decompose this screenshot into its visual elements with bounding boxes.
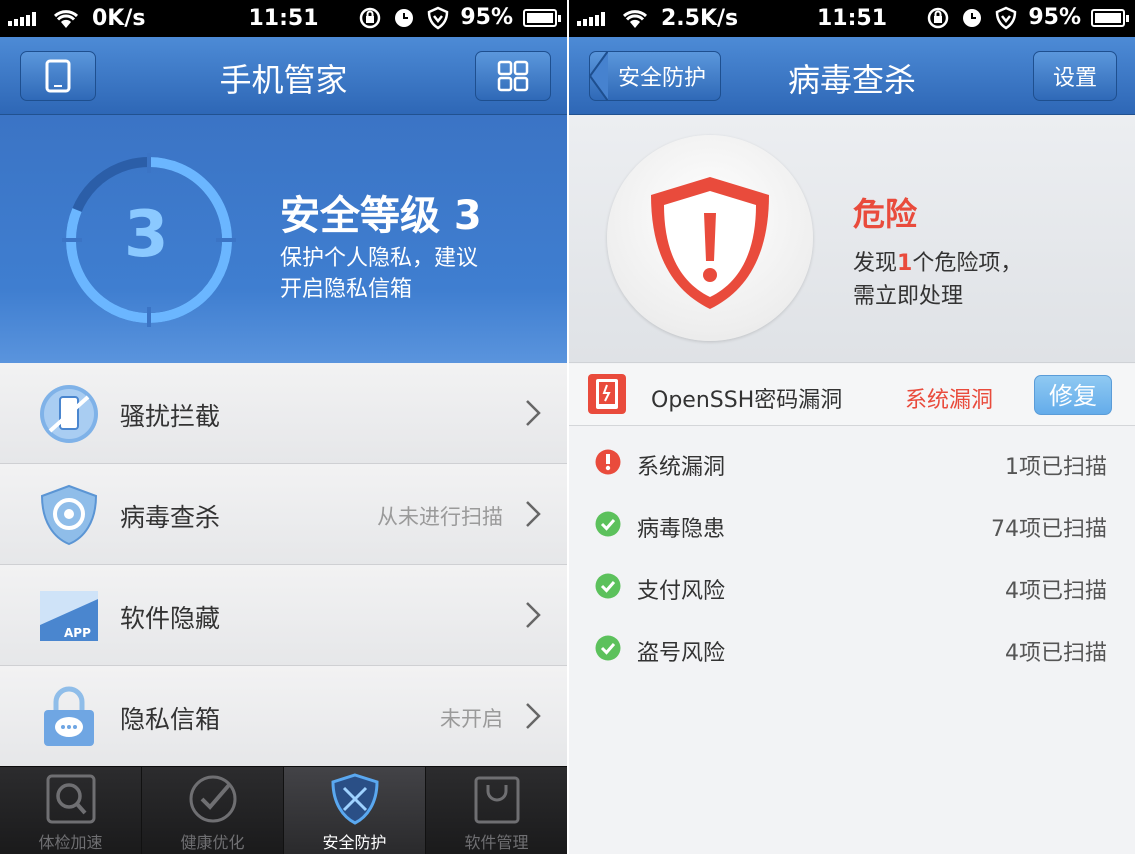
virus-scan-screen: 2.5K/s 11:51 95% 安全防护 病毒查杀 设置 危险 发现1个危险项… bbox=[569, 0, 1135, 854]
scan-result-row[interactable]: 盗号风险 4项已扫描 bbox=[569, 615, 1135, 677]
scan-item-name: 系统漏洞 bbox=[637, 455, 726, 480]
chevron-right-icon bbox=[526, 703, 541, 729]
scan-result-row[interactable]: 系统漏洞 1项已扫描 bbox=[569, 429, 1135, 491]
danger-count: 1 bbox=[897, 251, 913, 276]
danger-title: 危险 bbox=[853, 195, 918, 233]
vulnerability-name: OpenSSH密码漏洞 bbox=[651, 388, 843, 413]
check-circle-icon bbox=[595, 511, 621, 537]
danger-shield-icon bbox=[651, 177, 769, 309]
settings-button[interactable]: 设置 bbox=[1033, 51, 1117, 101]
warning-icon bbox=[595, 449, 621, 475]
tab-bar: 体检加速 健康优化 安全防护 软件管理 bbox=[0, 766, 567, 854]
battery-icon bbox=[523, 8, 561, 27]
list-item-status: 从未进行扫描 bbox=[377, 505, 503, 529]
fix-button[interactable]: 修复 bbox=[1034, 375, 1112, 415]
scan-item-name: 盗号风险 bbox=[637, 641, 726, 666]
status-bar: 0K/s 11:51 95% bbox=[0, 0, 567, 37]
settings-label: 设置 bbox=[1052, 66, 1097, 91]
status-bar: 2.5K/s 11:51 95% bbox=[569, 0, 1135, 37]
alarm-icon bbox=[963, 8, 982, 27]
grid-menu-button[interactable] bbox=[475, 51, 551, 101]
broken-phone-icon bbox=[588, 374, 626, 414]
desc-prefix: 发现 bbox=[853, 251, 898, 276]
advice-line-2: 开启隐私信箱 bbox=[280, 277, 413, 302]
security-level-title: 安全等级 3 bbox=[280, 193, 482, 239]
danger-badge bbox=[607, 135, 813, 341]
check-circle-icon bbox=[595, 573, 621, 599]
battery-percent: 95% bbox=[1028, 5, 1081, 30]
scan-item-name: 支付风险 bbox=[637, 579, 726, 604]
scan-item-count: 4项已扫描 bbox=[1005, 641, 1107, 666]
nav-bar: 安全防护 病毒查杀 设置 bbox=[569, 37, 1135, 115]
scan-item-count: 4项已扫描 bbox=[1005, 579, 1107, 604]
chevron-right-icon bbox=[526, 602, 541, 628]
danger-count-text: 发现1个危险项， bbox=[853, 245, 1022, 277]
app-icon-text: APP bbox=[64, 626, 91, 640]
tab-label: 健康优化 bbox=[180, 833, 245, 852]
scan-item-count: 1项已扫描 bbox=[1005, 455, 1107, 480]
harassment-block-icon bbox=[40, 385, 98, 443]
security-home-screen: 0K/s 11:51 95% 手机管家 3 安全等级 3 保护个人隐私，建议 开… bbox=[0, 0, 567, 854]
desc-suffix: 个危险项， bbox=[912, 251, 1023, 276]
tab-label: 体检加速 bbox=[38, 833, 103, 852]
vulnerability-type: 系统漏洞 bbox=[905, 388, 994, 413]
chevron-right-icon bbox=[526, 501, 541, 527]
rotation-lock-icon bbox=[360, 7, 381, 28]
list-item-label: 病毒查杀 bbox=[120, 503, 221, 532]
scan-result-row[interactable]: 病毒隐患 74项已扫描 bbox=[569, 491, 1135, 553]
tab-checkup[interactable]: 体检加速 bbox=[0, 767, 142, 854]
tab-software[interactable]: 软件管理 bbox=[426, 767, 567, 854]
vulnerability-row: OpenSSH密码漏洞 系统漏洞 修复 bbox=[569, 364, 1135, 426]
advice-line-1: 保护个人隐私，建议 bbox=[280, 246, 479, 271]
grid-icon bbox=[497, 60, 529, 92]
danger-action-text: 需立即处理 bbox=[853, 284, 964, 309]
magnifier-icon bbox=[46, 774, 95, 824]
checkmark-circle-icon bbox=[189, 775, 236, 823]
lock-chat-icon bbox=[44, 686, 94, 746]
shopping-bag-icon bbox=[474, 776, 519, 824]
virus-scan-shield-icon bbox=[40, 484, 98, 546]
list-item-label: 隐私信箱 bbox=[120, 705, 221, 734]
rotation-lock-icon bbox=[928, 7, 949, 28]
threat-summary-panel: 危险 发现1个危险项， 需立即处理 bbox=[569, 115, 1135, 363]
list-item-private-mailbox[interactable]: 隐私信箱 未开启 bbox=[0, 666, 567, 767]
tab-label: 安全防护 bbox=[322, 833, 387, 852]
security-level-panel: 3 安全等级 3 保护个人隐私，建议 开启隐私信箱 bbox=[0, 115, 567, 363]
tab-security[interactable]: 安全防护 bbox=[284, 767, 426, 854]
alarm-icon bbox=[395, 8, 414, 27]
check-circle-icon bbox=[595, 635, 621, 661]
battery-percent: 95% bbox=[460, 5, 513, 30]
chevron-right-icon bbox=[526, 400, 541, 426]
scan-result-row[interactable]: 支付风险 4项已扫描 bbox=[569, 553, 1135, 615]
list-item-app-hide[interactable]: APP 软件隐藏 bbox=[0, 565, 567, 666]
list-item-label: 骚扰拦截 bbox=[120, 402, 221, 431]
shield-status-icon bbox=[428, 6, 449, 29]
security-advice: 保护个人隐私，建议 开启隐私信箱 bbox=[280, 243, 530, 305]
security-level-number: 3 bbox=[124, 198, 169, 272]
list-item-status: 未开启 bbox=[440, 707, 503, 731]
list-item-virus-scan[interactable]: 病毒查杀 从未进行扫描 bbox=[0, 464, 567, 565]
shield-swords-icon bbox=[330, 773, 379, 825]
battery-icon bbox=[1091, 8, 1129, 27]
tab-health[interactable]: 健康优化 bbox=[142, 767, 284, 854]
list-item-harassment-block[interactable]: 骚扰拦截 bbox=[0, 363, 567, 464]
list-item-label: 软件隐藏 bbox=[120, 604, 221, 633]
shield-status-icon bbox=[996, 6, 1017, 29]
tab-label: 软件管理 bbox=[464, 833, 529, 852]
scan-item-count: 74项已扫描 bbox=[991, 517, 1107, 542]
nav-bar: 手机管家 bbox=[0, 37, 567, 115]
scan-item-name: 病毒隐患 bbox=[637, 517, 726, 542]
